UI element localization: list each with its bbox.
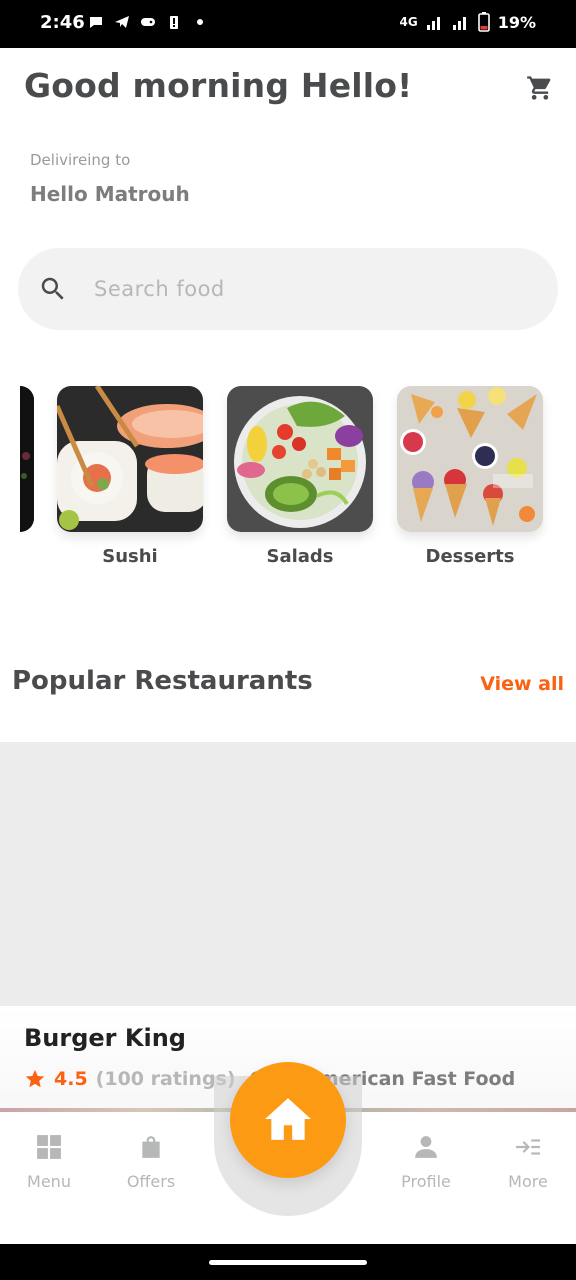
system-nav-bar bbox=[0, 1244, 576, 1280]
section-title-popular: Popular Restaurants bbox=[12, 666, 313, 696]
home-indicator[interactable] bbox=[209, 1260, 367, 1265]
nav-item-more[interactable]: More bbox=[483, 1134, 573, 1191]
cart-icon[interactable] bbox=[526, 74, 554, 102]
category-image-sushi bbox=[57, 386, 203, 532]
dot-icon bbox=[197, 19, 203, 25]
restaurant-image-placeholder[interactable] bbox=[0, 742, 576, 1008]
status-bar: 2:46 4G 19% bbox=[0, 0, 576, 48]
nav-item-profile[interactable]: Profile bbox=[381, 1134, 471, 1191]
home-icon bbox=[265, 1098, 311, 1140]
nav-label-offers: Offers bbox=[126, 1172, 176, 1191]
nav-item-menu[interactable]: Menu bbox=[4, 1134, 94, 1191]
category-label-salads: Salads bbox=[266, 546, 334, 567]
more-menu-icon bbox=[516, 1139, 540, 1155]
telegram-icon bbox=[115, 16, 129, 28]
nav-item-offers[interactable]: Offers bbox=[106, 1134, 196, 1191]
signal-icon-2 bbox=[452, 17, 466, 30]
delivery-location[interactable]: Hello Matrouh bbox=[30, 182, 190, 206]
star-icon bbox=[25, 1069, 45, 1088]
restaurant-name: Burger King bbox=[24, 1024, 186, 1052]
status-time: 2:46 bbox=[40, 12, 85, 33]
battery-percent: 19% bbox=[497, 12, 536, 32]
greeting-title: Good morning Hello! bbox=[24, 66, 413, 105]
category-card-desserts[interactable]: Desserts bbox=[397, 386, 543, 567]
person-icon bbox=[415, 1136, 437, 1158]
category-label-sushi: Sushi bbox=[102, 546, 158, 567]
nav-label-menu: Menu bbox=[27, 1172, 71, 1191]
network-type: 4G bbox=[399, 15, 418, 29]
battery-icon bbox=[477, 12, 490, 32]
view-all-link[interactable]: View all bbox=[480, 673, 564, 695]
search-bar[interactable] bbox=[18, 248, 558, 330]
restaurant-rating: 4.5 bbox=[54, 1068, 88, 1090]
category-partial-image bbox=[20, 386, 34, 532]
category-card-sushi[interactable]: Sushi bbox=[57, 386, 203, 567]
category-label-desserts: Desserts bbox=[425, 546, 515, 567]
home-button[interactable] bbox=[230, 1062, 346, 1178]
nav-label-more: More bbox=[508, 1172, 548, 1191]
shopping-bag-icon bbox=[142, 1136, 160, 1158]
game-controller-icon bbox=[141, 18, 155, 26]
category-image-desserts bbox=[397, 386, 543, 532]
category-partial-card[interactable] bbox=[20, 386, 34, 532]
search-input[interactable] bbox=[94, 270, 524, 308]
status-right: 4G 19% bbox=[399, 12, 536, 32]
category-card-salads[interactable]: Salads bbox=[227, 386, 373, 567]
chat-bubble-icon bbox=[90, 17, 102, 28]
delivering-label: Delivireing to bbox=[30, 151, 131, 169]
category-image-salads bbox=[227, 386, 373, 532]
grid-icon bbox=[37, 1135, 61, 1159]
search-icon bbox=[41, 277, 64, 300]
nav-label-profile: Profile bbox=[401, 1172, 451, 1191]
battery-alert-icon bbox=[170, 16, 178, 29]
notification-icons bbox=[88, 14, 208, 30]
signal-icon bbox=[426, 17, 440, 30]
